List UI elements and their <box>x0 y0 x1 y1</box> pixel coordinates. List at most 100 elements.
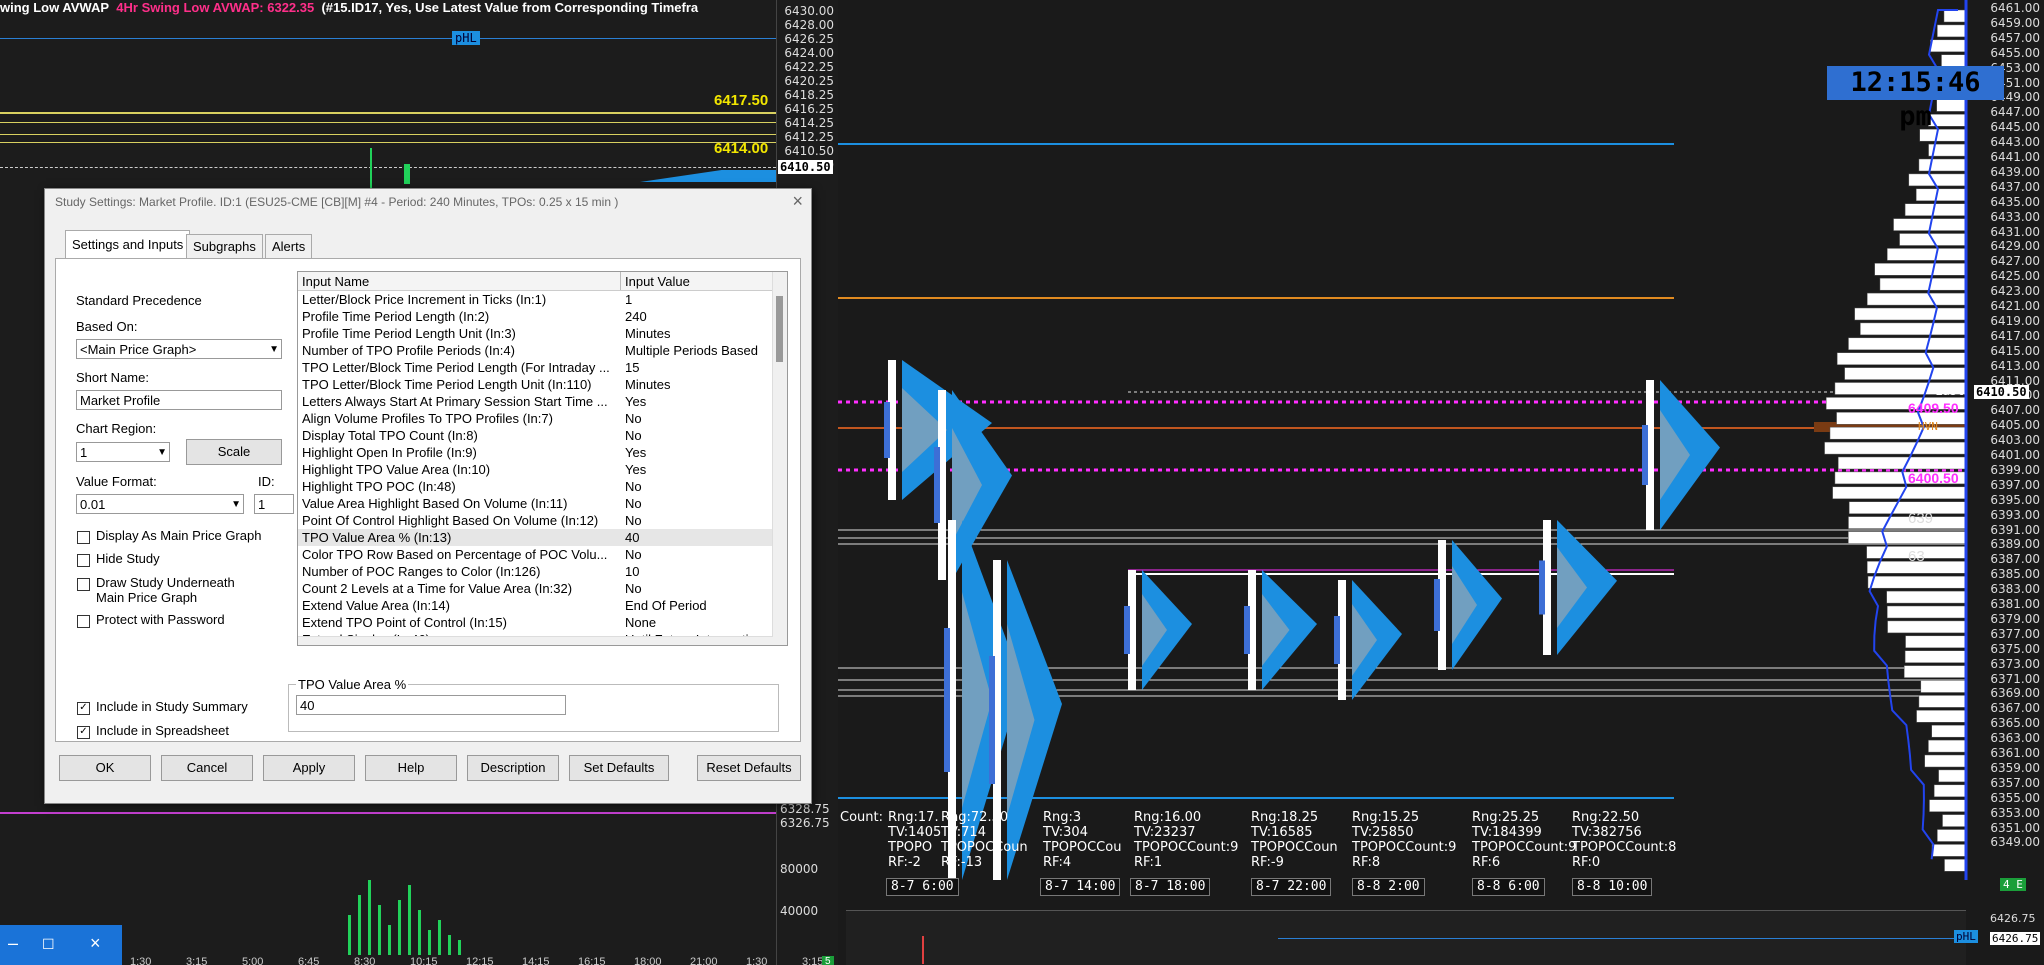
right-price-tick: 6405.00 <box>1990 418 2040 433</box>
input-value: No <box>625 547 642 562</box>
id-input[interactable]: 1 <box>254 494 294 514</box>
profile-stat-rf: RF:0 <box>1572 855 1601 870</box>
right-price-tick: 6387.00 <box>1990 552 2040 567</box>
volume-bars <box>300 870 461 955</box>
table-row[interactable]: Value Area Highlight Based On Volume (In… <box>298 495 773 512</box>
study-settings-dialog[interactable]: Study Settings: Market Profile. ID:1 (ES… <box>44 188 812 804</box>
input-value: Multiple Periods Based <box>625 343 758 358</box>
table-row[interactable]: Color TPO Row Based on Percentage of POC… <box>298 546 773 563</box>
scrollbar[interactable] <box>772 272 787 645</box>
close-window-icon[interactable]: × <box>90 933 101 954</box>
right-chart[interactable]: 6461.00 6459.00 6457.00 6455.00 6453.00 6451.… <box>838 0 2044 965</box>
description-button[interactable]: Description <box>467 755 559 781</box>
profile-stat: Rng:22.50 TV:382756 TPOPOCCount:8 RF:0 <box>1572 810 1676 870</box>
left-time-label: 3:15 <box>186 956 208 965</box>
composite-profile-row <box>1848 337 1967 351</box>
right-price-tick: 6445.00 <box>1990 120 2040 135</box>
table-row[interactable]: Display Total TPO Count (In:8) No <box>298 427 773 444</box>
left-price-tick: 6420.25 <box>784 74 834 88</box>
date-label: 8-7 18:00 <box>1130 878 1211 896</box>
help-button[interactable]: Help <box>365 755 457 781</box>
profile-stat-poc: TPOPOCCoun <box>1251 840 1338 855</box>
right-price-tick: 6441.00 <box>1990 150 2040 164</box>
table-row[interactable]: Highlight TPO Value Area (In:10) Yes <box>298 461 773 478</box>
table-row[interactable]: Align Volume Profiles To TPO Profiles (I… <box>298 410 773 427</box>
right-price-ticks: 6461.00 6459.00 6457.00 6455.00 6453.00 6451.… <box>1966 0 2044 880</box>
chart-region-select[interactable]: 1 ▼ <box>76 442 170 462</box>
table-row[interactable]: Highlight TPO POC (In:48) No <box>298 478 773 495</box>
right-price-tick: 6407.00 <box>1990 403 2040 418</box>
apply-button[interactable]: Apply <box>263 755 355 781</box>
table-row[interactable]: TPO Letter/Block Time Period Length (For… <box>298 359 773 376</box>
close-icon[interactable]: × <box>792 191 803 212</box>
scrollbar-thumb[interactable] <box>776 296 783 362</box>
table-row[interactable]: Extend TPO Point of Control (In:15) None <box>298 614 773 631</box>
value-area-block <box>1334 616 1340 664</box>
lower-price-tick: 6426.75 <box>1990 912 2036 925</box>
inputs-table[interactable]: Input Name Input Value Letter/Block Pric… <box>297 271 788 646</box>
profile-stat-tv: TV:184399 <box>1472 825 1542 840</box>
date-label: 8-8 10:00 <box>1572 878 1653 896</box>
value-area-block <box>1124 606 1130 654</box>
left-price-tick: 6430.00 <box>784 4 834 18</box>
right-price-tick: 6419.00 <box>1990 313 2040 328</box>
table-row[interactable]: Profile Time Period Length (In:2) 240 <box>298 308 773 325</box>
tab-subgraphs[interactable]: Subgraphs <box>186 234 263 259</box>
composite-profile-row <box>1943 9 1967 23</box>
cancel-button[interactable]: Cancel <box>161 755 253 781</box>
right-price-tick: 6351.00 <box>1990 820 2040 835</box>
profile-stat-rf: RF:-2 <box>888 855 921 870</box>
reset-defaults-button[interactable]: Reset Defaults <box>697 755 801 781</box>
input-value: None <box>625 615 657 630</box>
profile-stat-poc: TPOPO <box>888 840 933 855</box>
left-time-label: 16:15 <box>578 956 606 965</box>
table-row[interactable]: Profile Time Period Length Unit (In:3) Mi… <box>298 325 773 342</box>
horizontal-scrollbar[interactable] <box>298 636 773 645</box>
volume-bar <box>458 940 461 955</box>
scale-button[interactable]: Scale <box>186 439 282 465</box>
table-row[interactable]: Highlight Open In Profile (In:9) Yes <box>298 444 773 461</box>
table-row[interactable]: Point Of Control Highlight Based On Volu… <box>298 512 773 529</box>
hide-study-checkbox[interactable] <box>77 554 90 567</box>
based-on-select[interactable]: <Main Price Graph> ▼ <box>76 339 282 359</box>
short-name-input[interactable]: Market Profile <box>76 390 282 410</box>
profile-stat-poc: TPOPOCCoun <box>941 840 1028 855</box>
table-row[interactable]: Extend Value Area (In:14) End Of Period <box>298 597 773 614</box>
include-spreadsheet-checkbox[interactable]: ✓ <box>77 726 90 739</box>
value-format-select[interactable]: 0.01 ▼ <box>76 494 244 514</box>
display-as-main-label: Display As Main Price Graph <box>96 528 262 543</box>
table-row[interactable]: Number of POC Ranges to Color (In:126) 10 <box>298 563 773 580</box>
input-name: Color TPO Row Based on Percentage of POC… <box>302 547 608 562</box>
table-row[interactable]: Letter/Block Price Increment in Ticks (I… <box>298 291 773 308</box>
current-price-label: 6410.50 <box>778 160 833 174</box>
table-row[interactable]: TPO Value Area % (In:13) 40 <box>298 529 773 546</box>
edit-value-input[interactable]: 40 <box>296 695 566 715</box>
table-row[interactable]: Number of TPO Profile Periods (In:4) Mult… <box>298 342 773 359</box>
value-area-block <box>1642 425 1648 485</box>
include-summary-checkbox[interactable]: ✓ <box>77 702 90 715</box>
volume-bar <box>388 925 391 955</box>
ok-button[interactable]: OK <box>59 755 151 781</box>
tab-settings-and-inputs[interactable]: Settings and Inputs <box>65 230 191 259</box>
right-price-tick: 6365.00 <box>1990 716 2040 731</box>
draw-underneath-checkbox[interactable] <box>77 578 90 591</box>
profile-stat-poc: TPOPOCCount:9 <box>1472 840 1577 855</box>
protect-password-checkbox[interactable] <box>77 615 90 628</box>
composite-profile-row <box>1937 24 1967 38</box>
set-defaults-button[interactable]: Set Defaults <box>569 755 669 781</box>
composite-profile-row <box>1832 486 1967 500</box>
table-row[interactable]: Letters Always Start At Primary Session … <box>298 393 773 410</box>
left-time-label: 3:15 <box>802 956 824 965</box>
display-as-main-checkbox[interactable] <box>77 531 90 544</box>
minimize-icon[interactable]: – <box>8 933 18 954</box>
composite-profile-row <box>1860 322 1967 336</box>
table-row[interactable]: TPO Letter/Block Time Period Length Unit… <box>298 376 773 393</box>
right-price-tick: 6461.00 <box>1990 1 2040 15</box>
tab-alerts[interactable]: Alerts <box>265 234 313 259</box>
table-row[interactable]: Count 2 Levels at a Time for Value Area … <box>298 580 773 597</box>
volume-profile-edge <box>640 170 776 182</box>
maximize-icon[interactable]: ☐ <box>42 936 55 953</box>
composite-profile-row <box>1874 263 1967 276</box>
volume-bar <box>398 900 401 955</box>
profile-stat-poc: TPOPOCCount:9 <box>1134 840 1239 855</box>
